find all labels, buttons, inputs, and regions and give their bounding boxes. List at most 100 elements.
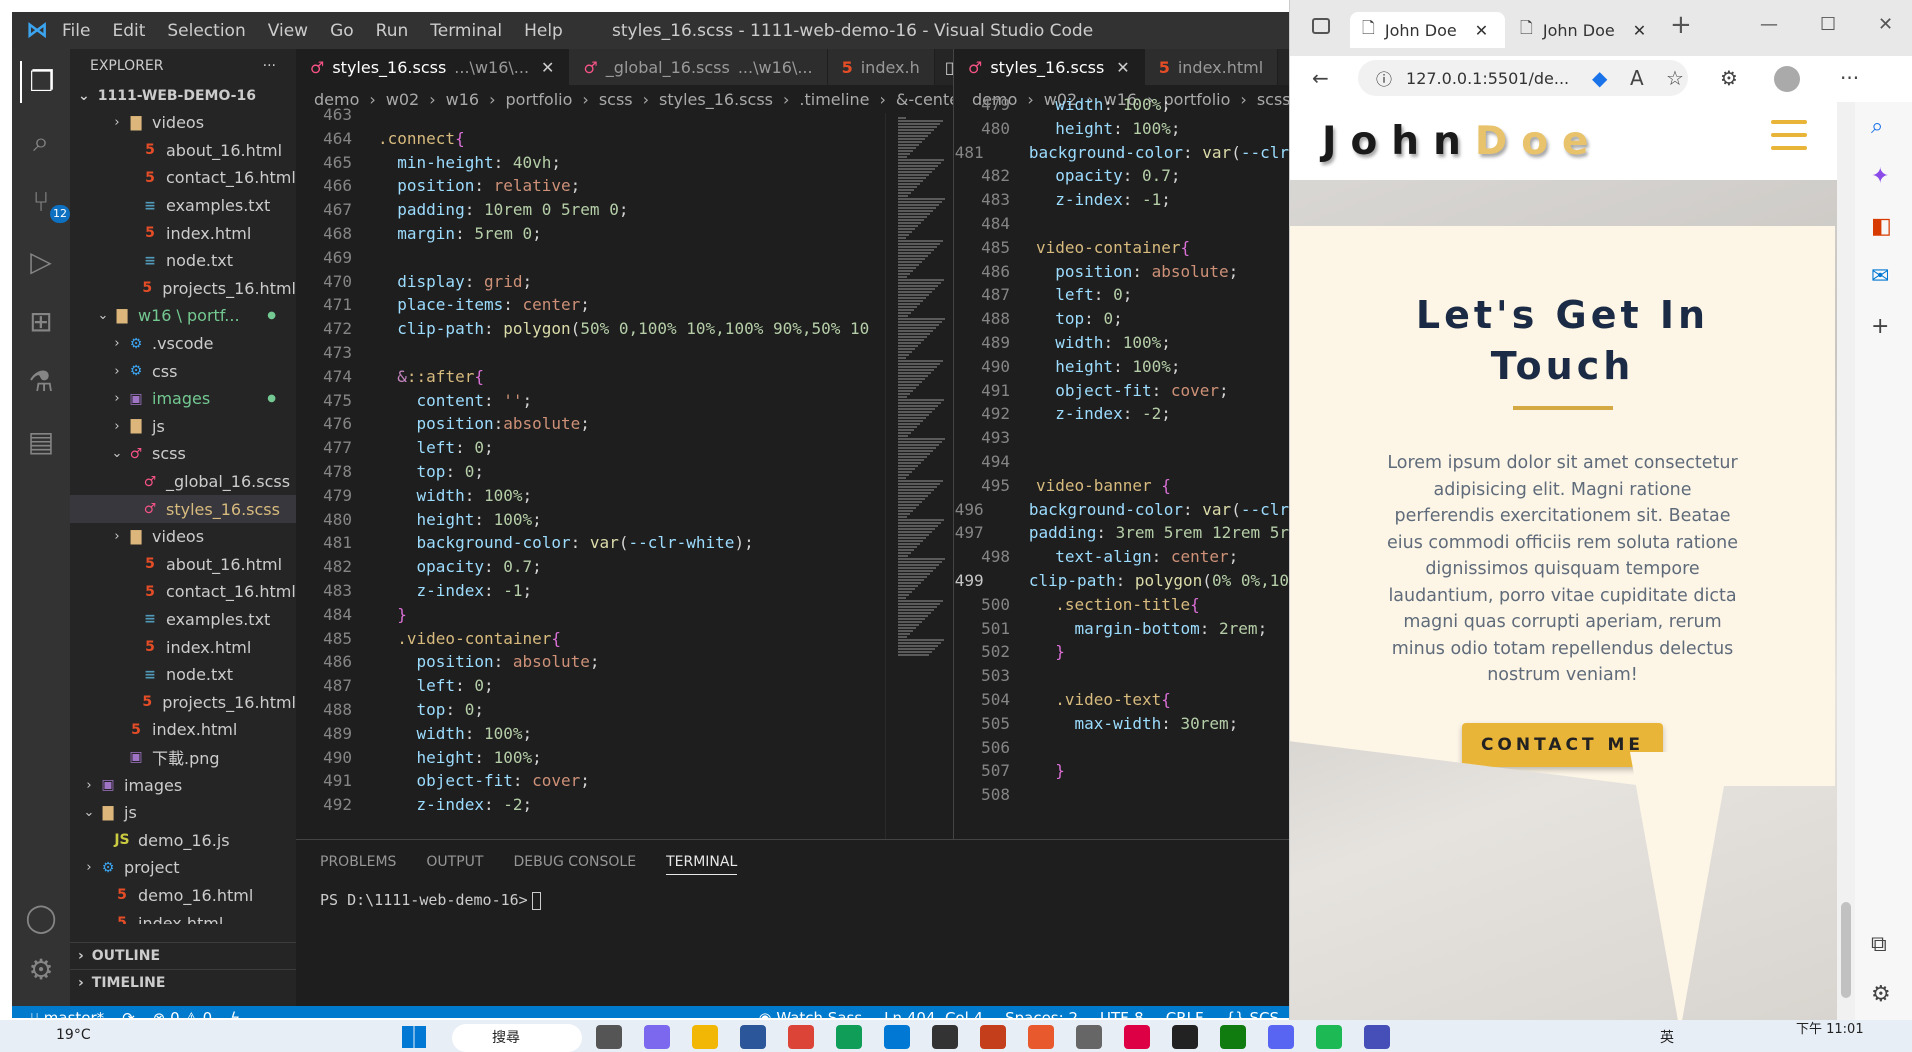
taskbar-app-icon[interactable] <box>1220 1025 1246 1049</box>
extension-tag-icon[interactable]: ◆ <box>1592 66 1607 90</box>
problems-status[interactable]: ⊗ 0 ⚠ 0 <box>153 1009 212 1018</box>
read-aloud-icon[interactable]: A <box>1630 66 1644 90</box>
taskbar-app-icon[interactable] <box>692 1025 718 1049</box>
run-debug-icon[interactable]: ▷ <box>20 241 62 283</box>
tree-item[interactable]: ⌄ ♂ scss <box>70 440 296 468</box>
clock[interactable]: 下午 11:01 <box>1796 1018 1864 1037</box>
start-icon[interactable] <box>402 1026 426 1048</box>
tree-item[interactable]: ♂ _global_16.scss <box>70 468 296 496</box>
close-tab-icon[interactable]: ✕ <box>541 58 554 77</box>
tree-item[interactable]: › ⚙ css <box>70 357 296 385</box>
tree-item[interactable]: 5 about_16.html <box>70 137 296 165</box>
account-icon[interactable]: ◯ <box>20 897 62 939</box>
line-ending[interactable]: CRLF <box>1166 1009 1204 1018</box>
split-screen-icon[interactable]: ⧉ <box>1871 932 1887 957</box>
tree-item[interactable]: 5 index.html <box>70 716 296 744</box>
minimap[interactable] <box>885 113 953 839</box>
cursor-position[interactable]: Ln 404, Col 4 <box>884 1009 983 1018</box>
settings-gear-icon[interactable]: ⚙ <box>20 949 62 991</box>
tree-item[interactable]: ≡ examples.txt <box>70 192 296 220</box>
terminal[interactable]: PS D:\1111-web-demo-16> <box>296 875 1289 926</box>
tree-item[interactable]: ⌄ ▇ js <box>70 799 296 827</box>
taskbar-app-icon[interactable] <box>1028 1025 1054 1049</box>
search-box[interactable]: 搜尋 <box>452 1024 582 1052</box>
code-area-right[interactable]: 479 width: 100%; 480 height: 100%; 481 bac… <box>954 95 1289 839</box>
tree-item[interactable]: ≡ examples.txt <box>70 606 296 634</box>
taskbar-app-icon[interactable] <box>1364 1025 1390 1049</box>
testing-icon[interactable]: ⚗ <box>20 361 62 403</box>
editor-tab[interactable]: 5 index.html <box>1144 49 1279 85</box>
panel-tab-output[interactable]: OUTPUT <box>426 854 483 875</box>
taskbar-app-icon[interactable] <box>884 1025 910 1049</box>
taskbar-app-icon[interactable] <box>1076 1025 1102 1049</box>
tree-item[interactable]: 5 index.html <box>70 633 296 661</box>
remote-explorer-icon[interactable]: ▤ <box>20 421 62 463</box>
encoding[interactable]: UTF-8 <box>1100 1009 1144 1018</box>
editor-tab[interactable]: ♂ _global_16.scss ...\w16\... <box>569 49 828 85</box>
taskbar-app-icon[interactable] <box>1268 1025 1294 1049</box>
office-icon[interactable]: ◧ <box>1871 214 1892 239</box>
menu-item-view[interactable]: View <box>268 21 308 41</box>
tree-item[interactable]: 5 about_16.html <box>70 551 296 579</box>
search-icon[interactable]: ⌕ <box>1871 114 1883 139</box>
add-icon[interactable]: + <box>1871 314 1889 339</box>
taskbar-app-icon[interactable] <box>980 1025 1006 1049</box>
watch-sass-button[interactable]: ◉ Watch Sass <box>758 1009 862 1018</box>
menu-item-help[interactable]: Help <box>524 21 563 41</box>
taskbar-app-icon[interactable] <box>596 1025 622 1049</box>
taskbar-app-icon[interactable] <box>1124 1025 1150 1049</box>
tree-item[interactable]: JS demo_16.js <box>70 826 296 854</box>
tree-item[interactable]: › ⚙ .vscode <box>70 330 296 358</box>
source-control-icon[interactable]: ⑂ 12 <box>20 181 70 223</box>
panel-tab-problems[interactable]: PROBLEMS <box>320 854 396 875</box>
branch-status[interactable]: ⑂ master* <box>30 1009 104 1018</box>
tab-actions-icon[interactable] <box>1312 18 1330 34</box>
timeline-section[interactable]: › TIMELINE <box>70 969 296 996</box>
weather-widget[interactable]: 19°C <box>56 1027 91 1043</box>
close-tab-icon[interactable]: ✕ <box>1116 58 1129 77</box>
new-tab-icon[interactable]: + <box>1670 10 1692 40</box>
browser-tab-active[interactable]: 🗋 John Doe ✕ <box>1350 12 1505 48</box>
maximize-icon[interactable]: ☐ <box>1820 14 1836 35</box>
code-area-left[interactable]: 463 464 .connect{465 min-height: 40vh; 466 … <box>296 105 953 839</box>
taskbar-app-icon[interactable] <box>836 1025 862 1049</box>
split-editor-icon[interactable]: ◫ <box>945 58 953 77</box>
menu-item-edit[interactable]: Edit <box>112 21 145 41</box>
tree-item[interactable]: 5 projects_16.html <box>70 275 296 303</box>
search-icon[interactable]: ⌕ <box>20 121 62 163</box>
close-tab-icon[interactable]: ✕ <box>1633 21 1646 40</box>
taskbar-app-icon[interactable] <box>740 1025 766 1049</box>
panel-tab-terminal[interactable]: TERMINAL <box>666 854 738 875</box>
project-root[interactable]: ⌄ 1111-WEB-DEMO-16 <box>70 83 296 109</box>
site-logo[interactable]: JohnDoe <box>1322 119 1602 164</box>
tree-item[interactable]: ▣ 下載.png <box>70 744 296 772</box>
ime-language[interactable]: 英 <box>1660 1027 1674 1047</box>
language-mode[interactable]: {} SCS <box>1226 1009 1279 1018</box>
tree-item[interactable]: ⌄ ▇ w16 \ portf... ● <box>70 302 296 330</box>
menu-item-terminal[interactable]: Terminal <box>430 21 502 41</box>
close-window-icon[interactable]: ✕ <box>1878 14 1893 35</box>
tree-item[interactable]: › ▇ js <box>70 413 296 441</box>
back-icon[interactable]: ← <box>1312 66 1329 90</box>
tree-item[interactable]: › ▣ images <box>70 771 296 799</box>
outlook-icon[interactable]: ✉ <box>1871 264 1889 289</box>
sync-icon[interactable]: ⟳ <box>122 1009 135 1018</box>
more-actions-icon[interactable]: ··· <box>263 58 276 74</box>
taskbar-app-icon[interactable] <box>932 1025 958 1049</box>
tree-item[interactable]: › ▇ videos <box>70 109 296 137</box>
menu-item-go[interactable]: Go <box>330 21 354 41</box>
minimize-icon[interactable]: — <box>1760 14 1778 35</box>
settings-icon[interactable]: ⚙ <box>1871 982 1891 1007</box>
tree-item[interactable]: 5 index.html <box>70 219 296 247</box>
tree-item[interactable]: 5 projects_16.html <box>70 688 296 716</box>
more-menu-icon[interactable]: ··· <box>1840 66 1859 90</box>
favorite-star-icon[interactable]: ☆ <box>1666 66 1684 90</box>
taskbar-app-icon[interactable] <box>1172 1025 1198 1049</box>
extensions-icon[interactable]: ⚙ <box>1720 66 1738 90</box>
tree-item[interactable]: 5 contact_16.html <box>70 578 296 606</box>
outline-section[interactable]: › OUTLINE <box>70 942 296 969</box>
scroll-thumb[interactable] <box>1841 902 1851 998</box>
tree-item[interactable]: ♂ styles_16.scss <box>70 495 296 523</box>
tree-item[interactable]: › ▇ videos <box>70 523 296 551</box>
extensions-icon[interactable]: ⊞ <box>20 301 62 343</box>
